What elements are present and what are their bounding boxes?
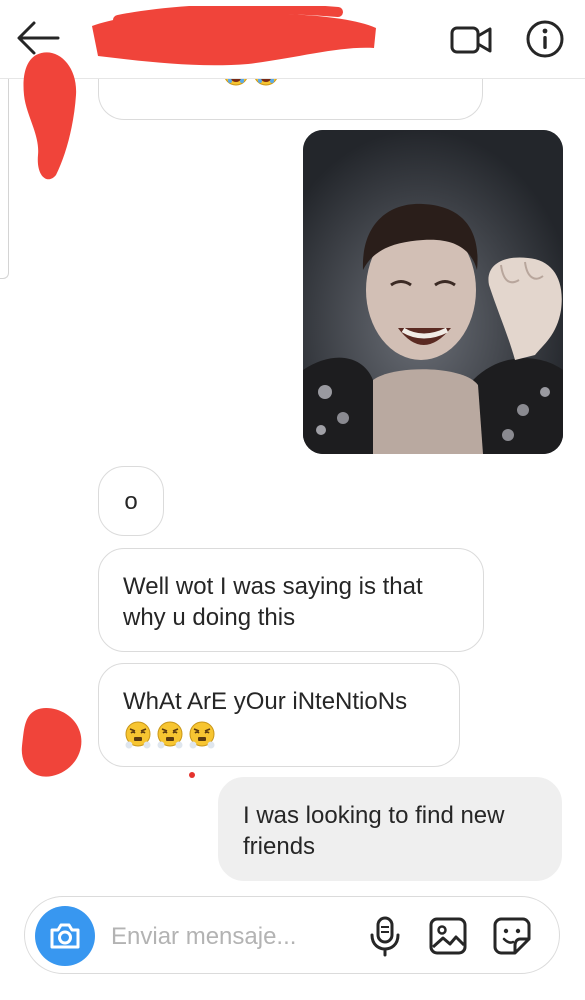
loudly-crying-face-icon	[254, 78, 277, 86]
scroll-edge	[0, 78, 9, 279]
message-text: Well wot I was saying is that why u doin…	[123, 573, 423, 631]
video-camera-icon	[450, 26, 492, 54]
video-call-button[interactable]	[448, 20, 494, 60]
avatar-redaction	[16, 45, 86, 185]
message-text: I was looking to find new friends	[243, 802, 505, 860]
message-bubble: o	[98, 466, 164, 536]
message-text: catsssss	[123, 78, 215, 85]
info-circle-icon	[526, 20, 564, 58]
message-composer	[24, 896, 560, 974]
face-with-steam-from-nose-icon	[125, 721, 151, 749]
contact-name-redaction	[88, 3, 380, 70]
redaction-dot	[189, 772, 195, 778]
emoji-group	[123, 720, 217, 750]
message-bubble: catsssss	[98, 78, 483, 120]
message-bubble-mine: I was looking to find new friends	[218, 777, 562, 881]
camera-button[interactable]	[35, 906, 95, 966]
sticker-button[interactable]	[491, 915, 533, 957]
microphone-button[interactable]	[365, 915, 405, 957]
sticker-icon	[493, 917, 531, 955]
avatar-redaction	[16, 702, 88, 780]
message-bubble: WhAt ArE yOur iNteNtioNs	[98, 663, 460, 767]
gallery-button[interactable]	[427, 915, 469, 957]
photo-message[interactable]	[303, 130, 563, 454]
message-text: WhAt ArE yOur iNteNtioNs	[123, 688, 408, 715]
camera-icon	[50, 923, 80, 949]
microphone-icon	[370, 916, 400, 957]
emoji-group	[222, 78, 280, 87]
message-input[interactable]	[109, 917, 353, 957]
face-with-steam-from-nose-icon	[157, 721, 183, 749]
info-button[interactable]	[524, 18, 566, 60]
image-gallery-icon	[429, 917, 467, 955]
selfie-photo	[303, 130, 563, 454]
message-bubble: Well wot I was saying is that why u doin…	[98, 548, 484, 652]
face-with-steam-from-nose-icon	[189, 721, 215, 749]
chat-header	[0, 0, 585, 79]
loudly-crying-face-icon	[224, 78, 247, 86]
message-text: o	[124, 488, 138, 515]
